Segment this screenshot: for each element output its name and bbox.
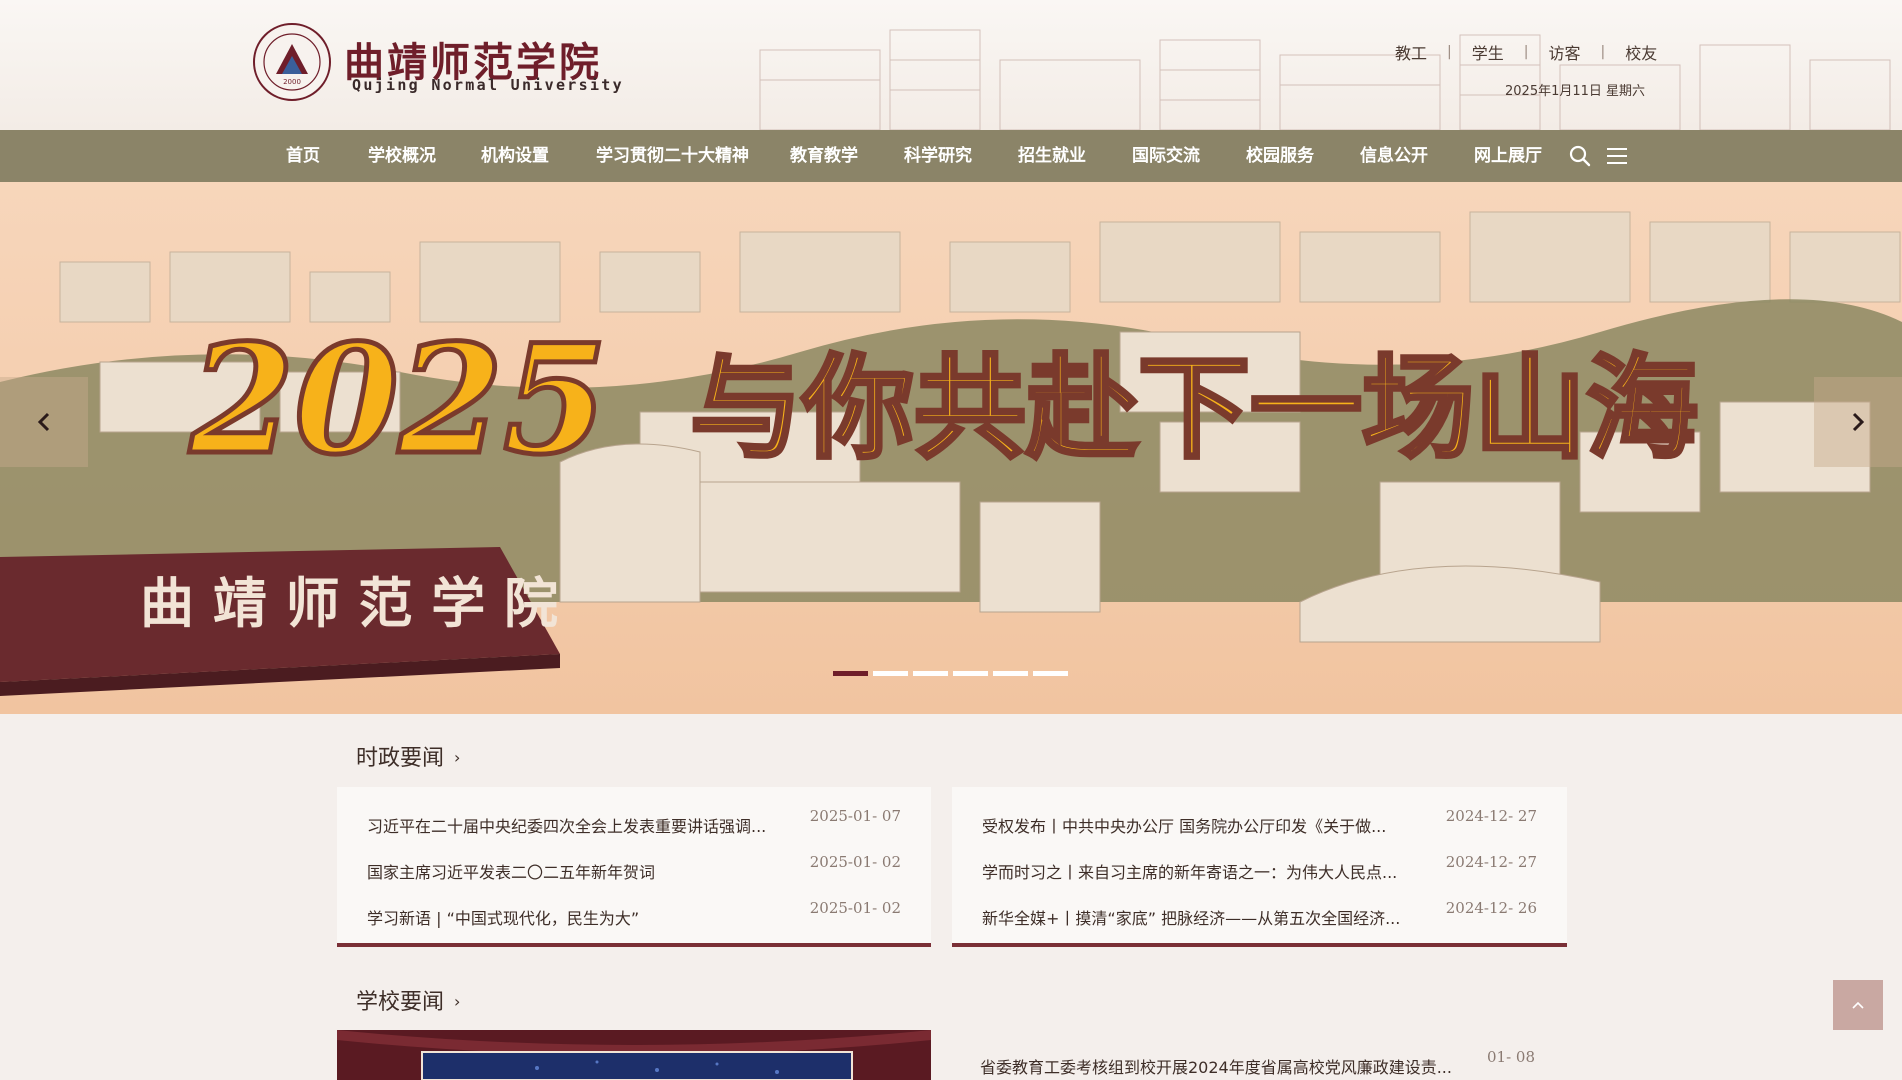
banner-headline-text: 与你共赴下一场山海 [690, 343, 1698, 474]
news-title[interactable]: 省委教育工委考核组到校开展2024年度省属高校党风廉政建设责... [980, 1054, 1452, 1078]
nav-item-20th-congress[interactable]: 学习贯彻二十大精神 [596, 130, 749, 182]
link-visitors[interactable]: 访客 [1548, 40, 1580, 64]
news-item[interactable]: 学而时习之丨来自习主席的新年寄语之一：为伟大人民点... 2024-12- 27 [982, 853, 1537, 883]
banner-next-button[interactable] [1814, 377, 1902, 467]
news-item[interactable]: 习近平在二十届中央纪委四次全会上发表重要讲话强调... 2025-01- 07 [367, 807, 901, 837]
news-title[interactable]: 受权发布丨中共中央办公厅 国务院办公厅印发《关于做... [982, 813, 1386, 837]
banner-campus-image: 2025 与你共赴下一场山海 曲 靖 师 范 学 院 [0, 182, 1902, 714]
news-item[interactable]: 国家主席习近平发表二〇二五年新年贺词 2025-01- 02 [367, 853, 901, 883]
banner-dot[interactable] [913, 671, 948, 676]
nav-item-education[interactable]: 教育教学 [790, 130, 858, 182]
university-logo[interactable]: 2000 曲靖师范学院 Qujing Normal University [252, 22, 622, 102]
chevron-up-icon [1852, 1001, 1864, 1009]
current-date: 2025年1月11日 星期六 [1505, 84, 1646, 99]
chevron-left-icon [37, 412, 50, 432]
featured-photo [337, 1030, 931, 1080]
news-date: 2024-12- 26 [1445, 899, 1537, 917]
news-item[interactable]: 受权发布丨中共中央办公厅 国务院办公厅印发《关于做... 2024-12- 27 [982, 807, 1537, 837]
nav-item-public-info[interactable]: 信息公开 [1360, 130, 1428, 182]
news-date: 2025-01- 07 [809, 807, 901, 825]
news-item[interactable]: 新华全媒+丨摸清“家底” 把脉经济——从第五次全国经济... 2024-12- … [982, 899, 1537, 929]
user-group-links: 教工 | 学生 | 访客 | 校友 [1395, 40, 1657, 64]
banner-dot[interactable] [953, 671, 988, 676]
news-card-right: 受权发布丨中共中央办公厅 国务院办公厅印发《关于做... 2024-12- 27… [952, 787, 1567, 947]
news-title[interactable]: 国家主席习近平发表二〇二五年新年贺词 [367, 859, 655, 883]
section-title-text: 学校要闻 [356, 990, 445, 1015]
banner-pagination [833, 671, 1068, 676]
news-title[interactable]: 学而时习之丨来自习主席的新年寄语之一：为伟大人民点... [982, 859, 1397, 883]
news-date: 01- 08 [1486, 1048, 1535, 1066]
news-date: 2025-01- 02 [809, 853, 901, 871]
link-alumni[interactable]: 校友 [1625, 40, 1657, 64]
banner-dot[interactable] [873, 671, 908, 676]
nav-item-home[interactable]: 首页 [286, 130, 320, 182]
news-item[interactable]: 省委教育工委考核组到校开展2024年度省属高校党风廉政建设责... 01- 08 [980, 1048, 1535, 1078]
nav-item-campus-services[interactable]: 校园服务 [1246, 130, 1314, 182]
main-navigation: 首页 学校概况 机构设置 学习贯彻二十大精神 教育教学 科学研究 招生就业 国际… [0, 130, 1902, 182]
nav-item-international[interactable]: 国际交流 [1132, 130, 1200, 182]
link-staff[interactable]: 教工 [1395, 40, 1427, 64]
campus-sketch-illustration [759, 29, 1891, 130]
news-title[interactable]: 习近平在二十届中央纪委四次全会上发表重要讲话强调... [367, 813, 766, 837]
nav-item-admissions[interactable]: 招生就业 [1018, 130, 1086, 182]
banner-dot[interactable] [833, 671, 868, 676]
section-title-policy-news[interactable]: 时政要闻 › [356, 740, 460, 772]
divider: | [1600, 44, 1606, 60]
news-title[interactable]: 学习新语 | “中国式现代化，民生为大” [367, 905, 639, 929]
search-icon[interactable] [1568, 144, 1592, 168]
campus-news-featured-image[interactable] [337, 1030, 931, 1080]
news-date: 2025-01- 02 [809, 899, 901, 917]
nav-item-about[interactable]: 学校概况 [368, 130, 436, 182]
news-date: 2024-12- 27 [1445, 853, 1537, 871]
section-title-text: 时政要闻 [356, 746, 445, 771]
nav-item-online-exhibition[interactable]: 网上展厅 [1474, 130, 1542, 182]
chevron-right-icon: › [454, 748, 461, 767]
banner-dot[interactable] [993, 671, 1028, 676]
banner-dot[interactable] [1033, 671, 1068, 676]
news-card-left: 习近平在二十届中央纪委四次全会上发表重要讲话强调... 2025-01- 07 … [337, 787, 931, 947]
logo-english-name: Qujing Normal University [352, 76, 624, 94]
back-to-top-button[interactable] [1833, 980, 1883, 1030]
banner-prev-button[interactable] [0, 377, 88, 467]
hero-banner-carousel[interactable]: 2025 与你共赴下一场山海 曲 靖 师 范 学 院 [0, 182, 1902, 714]
chevron-right-icon [1852, 412, 1865, 432]
banner-headline-year: 2025 [189, 312, 607, 488]
news-date: 2024-12- 27 [1445, 807, 1537, 825]
link-students[interactable]: 学生 [1472, 40, 1504, 64]
university-seal-icon: 2000 [253, 23, 331, 101]
chevron-right-icon: › [454, 992, 461, 1011]
menu-icon[interactable] [1605, 144, 1629, 168]
svg-text:2000: 2000 [283, 78, 301, 86]
nav-item-research[interactable]: 科学研究 [904, 130, 972, 182]
news-item[interactable]: 学习新语 | “中国式现代化，民生为大” 2025-01- 02 [367, 899, 901, 929]
divider: | [1447, 44, 1452, 60]
site-header: 2000 曲靖师范学院 Qujing Normal University 教工 … [0, 0, 1902, 130]
divider: | [1523, 44, 1529, 60]
section-title-campus-news[interactable]: 学校要闻 › [356, 984, 460, 1016]
nav-item-organization[interactable]: 机构设置 [481, 130, 549, 182]
news-title[interactable]: 新华全媒+丨摸清“家底” 把脉经济——从第五次全国经济... [982, 905, 1400, 929]
banner-plaque-text: 曲 靖 师 范 学 院 [140, 571, 558, 635]
